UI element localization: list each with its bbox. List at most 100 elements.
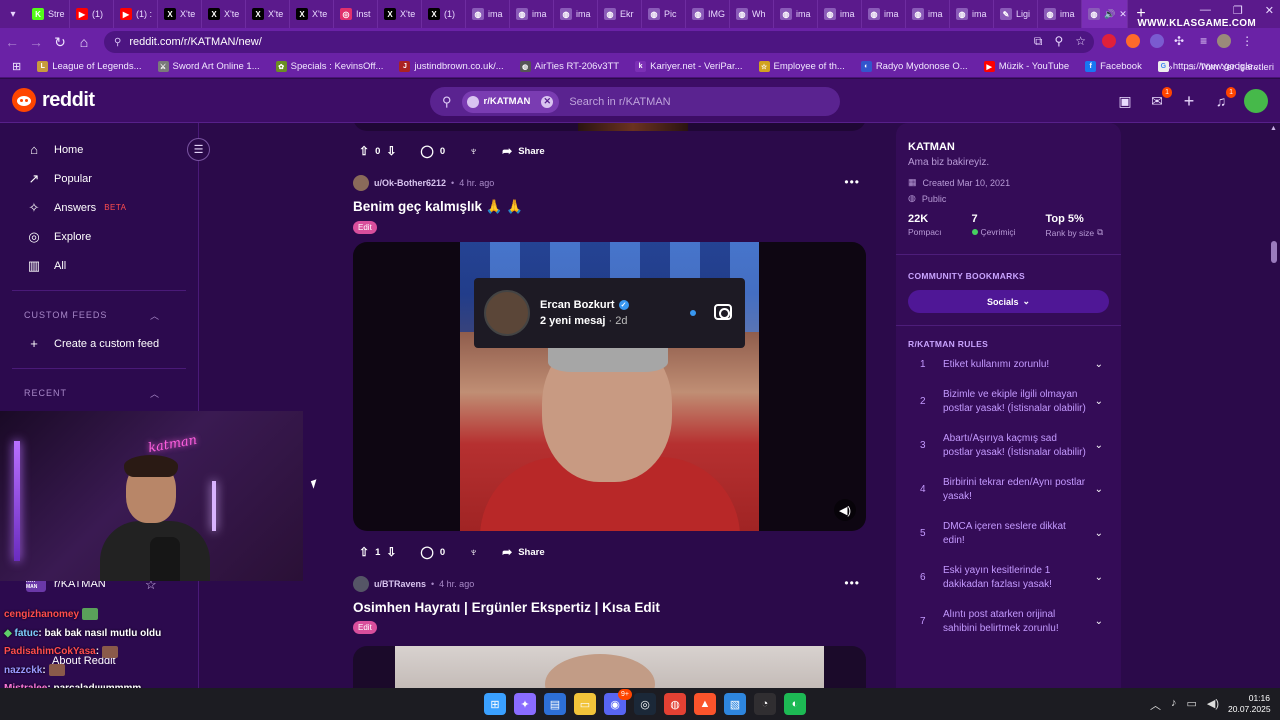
brave-icon[interactable]: ▲ [694, 693, 716, 715]
close-icon[interactable]: ✕ [1119, 9, 1127, 20]
reddit-logo[interactable]: reddit [12, 88, 95, 112]
post-title[interactable]: Osimhen Hayratı | Ergünler Ekspertiz | K… [353, 600, 866, 615]
bookmark-item[interactable]: ⚔ Sword Art Online 1... [150, 61, 268, 72]
store-icon[interactable]: ▤ [544, 693, 566, 715]
browser-tab[interactable]: ◍ ima [862, 0, 906, 28]
photos-icon[interactable]: ▧ [724, 693, 746, 715]
bookmark-item[interactable]: Jjustindbrown.co.uk/... [391, 61, 511, 72]
home-icon[interactable]: ⌂ [72, 28, 96, 56]
upvote-icon[interactable]: ⇧ [359, 144, 369, 158]
collapse-sidebar-button[interactable]: ☰ [187, 138, 210, 161]
browser-tab[interactable]: ◍ ima [1038, 0, 1082, 28]
browser-tab[interactable]: X X'te [158, 0, 202, 28]
chrome-icon[interactable]: ◍ [664, 693, 686, 715]
more-options-icon[interactable]: ••• [844, 175, 860, 189]
clock[interactable]: 01:16 20.07.2025 [1228, 693, 1271, 715]
chat-icon[interactable]: ✉ 1 [1148, 87, 1172, 110]
extension-icon[interactable] [1126, 34, 1140, 48]
bookmark-item[interactable]: ◐ Radyo Mydonose O... [853, 61, 976, 72]
subreddit-search-chip[interactable]: r/KATMAN ✕ [461, 90, 560, 113]
advertise-icon[interactable]: ▣ [1116, 92, 1134, 110]
browser-tab[interactable]: X X'te [202, 0, 246, 28]
scrollbar-thumb[interactable] [1271, 241, 1277, 263]
scroll-up-icon[interactable]: ▲ [1270, 125, 1277, 132]
notifications-icon[interactable]: ♫ 1 [1212, 87, 1236, 110]
apps-icon[interactable]: ⊞ [0, 60, 29, 73]
browser-tab[interactable]: ◍ ima [554, 0, 598, 28]
comments-button[interactable]: ◯ 0 [414, 540, 451, 564]
volume-icon[interactable]: ◀) [834, 499, 856, 521]
page-scrollbar[interactable]: ▲ [1268, 123, 1280, 688]
rule-item[interactable]: 7 Alıntı post atarken orijinal sahibini b… [896, 600, 1121, 644]
comments-button[interactable]: ◯ 0 [414, 139, 451, 163]
socials-button[interactable]: Socials ⌄ [908, 290, 1109, 313]
browser-tab[interactable]: ◍ Wh [730, 0, 774, 28]
copilot-icon[interactable]: ✦ [514, 693, 536, 715]
bookmark-item[interactable]: ☆ Employee of th... [751, 61, 853, 72]
sidebar-item-home[interactable]: ⌂ Home [0, 135, 198, 164]
sidebar-item-all[interactable]: ▥ All [0, 251, 198, 280]
bookmark-item[interactable]: ◍ AirTies RT-206v3TT [512, 61, 627, 72]
browser-tab[interactable]: X X'te [246, 0, 290, 28]
user-avatar[interactable] [353, 576, 369, 592]
upvote-icon[interactable]: ⇧ [359, 545, 369, 559]
puzzle-icon[interactable]: ✣ [1174, 34, 1184, 48]
sidebar-item-explore[interactable]: ◎ Explore [0, 222, 198, 251]
extension-icon[interactable] [1150, 34, 1164, 48]
reload-icon[interactable]: ↻ [48, 28, 72, 56]
more-options-icon[interactable]: ••• [844, 576, 860, 590]
post-video[interactable]: Ercan Bozkurt ✓ 2 yeni mesaj · 2d ◀) [353, 242, 866, 531]
speaker-icon[interactable]: 🔊 [1104, 9, 1115, 20]
explorer-icon[interactable]: ▭ [574, 693, 596, 715]
post-flair[interactable]: Edit [353, 621, 377, 634]
browser-tab[interactable]: K Stre [26, 0, 70, 28]
post-card[interactable]: u/Ok-Bother6212 • 4 hr. ago ••• Benim ge… [353, 175, 866, 531]
post-title[interactable]: Benim geç kalmışlık 🙏 🙏 [353, 199, 866, 215]
browser-tab[interactable]: ◍ IMG [686, 0, 730, 28]
tab-active[interactable]: ◍ 🔊 ✕ [1082, 0, 1128, 28]
share-button[interactable]: ➦ Share [496, 540, 550, 564]
rule-item[interactable]: 2 Bizimle ve ekiple ilgili olmayan postla… [896, 380, 1121, 424]
back-icon[interactable]: ← [0, 28, 24, 56]
spotify-icon[interactable]: ◐ [784, 693, 806, 715]
browser-tab[interactable]: ▶ (1) : [114, 0, 158, 28]
zoom-icon[interactable]: ⚲ [1054, 34, 1063, 49]
browser-tab[interactable]: ◍ ima [818, 0, 862, 28]
install-app-icon[interactable]: ⧉ [1034, 34, 1043, 49]
volume-icon[interactable]: ◀) [1207, 697, 1219, 713]
award-button[interactable]: ♆ [463, 139, 484, 163]
extension-icon[interactable] [1102, 34, 1116, 48]
bookmarks-more[interactable]: » [1167, 62, 1172, 73]
custom-feeds-header[interactable]: CUSTOM FEEDS ︿ [0, 301, 198, 329]
bookmark-star-icon[interactable]: ☆ [1075, 34, 1086, 49]
chevron-up-icon[interactable]: ︿ [1150, 697, 1161, 713]
steam-icon[interactable]: ◎ [634, 693, 656, 715]
sidebar-item-answers[interactable]: ✧ Answers BETA [0, 193, 198, 222]
rule-item[interactable]: 6 Eski yayın kesitlerinde 1 dakikadan faz… [896, 556, 1121, 600]
search-bar[interactable]: ⚲ r/KATMAN ✕ Search in r/KATMAN [430, 87, 840, 116]
rule-item[interactable]: 3 Abartı/Aşırıya kaçmış sad postlar yasak… [896, 424, 1121, 468]
menu-icon[interactable]: ⋮ [1241, 34, 1253, 48]
discord-wrapper[interactable]: ◉ 9+ [604, 689, 632, 715]
create-custom-feed[interactable]: + Create a custom feed [0, 329, 198, 358]
recent-header[interactable]: RECENT ︿ [0, 379, 198, 407]
network-icon[interactable]: ▭ [1187, 697, 1197, 713]
browser-tab[interactable]: ◍ ima [950, 0, 994, 28]
user-avatar[interactable] [353, 175, 369, 191]
site-info-icon[interactable]: ⚲ [114, 37, 121, 48]
minimize-icon[interactable]: — [1200, 4, 1211, 17]
user-avatar[interactable] [1244, 89, 1268, 113]
post-flair[interactable]: Edit [353, 221, 377, 234]
browser-tab[interactable]: ◍ Ekr [598, 0, 642, 28]
browser-tab[interactable]: ◎ Inst [334, 0, 378, 28]
post-author[interactable]: u/Ok-Bother6212 [374, 178, 446, 188]
browser-tab[interactable]: ◍ Pic [642, 0, 686, 28]
browser-tab[interactable]: X X'te [378, 0, 422, 28]
create-post-icon[interactable]: + [1180, 91, 1198, 111]
bookmark-item[interactable]: k Kariyer.net - VeriPar... [627, 61, 750, 72]
downvote-icon[interactable]: ⇩ [386, 144, 396, 158]
post-image[interactable] [353, 646, 866, 688]
clear-chip-icon[interactable]: ✕ [541, 95, 554, 108]
windows-start-icon[interactable]: ⊞ [484, 693, 506, 715]
browser-tab[interactable]: ◍ ima [774, 0, 818, 28]
